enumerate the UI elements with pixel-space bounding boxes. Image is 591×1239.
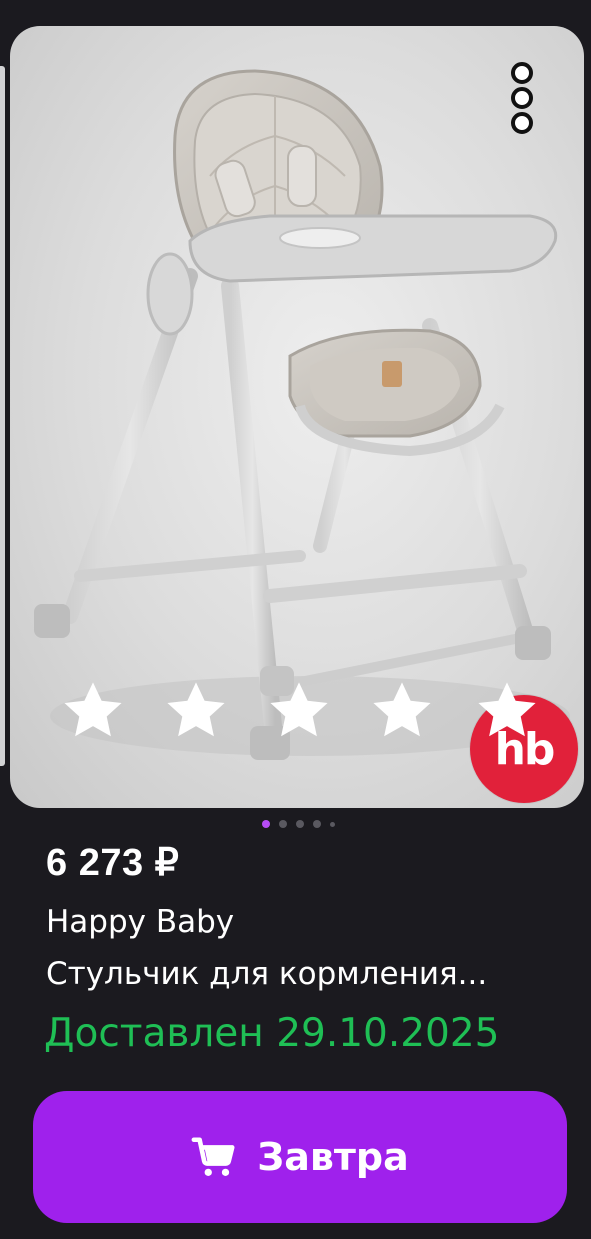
gallery-pager xyxy=(262,820,335,828)
buy-button-label: Завтра xyxy=(257,1135,409,1179)
product-brand[interactable]: Happy Baby xyxy=(46,904,234,940)
star-icon xyxy=(373,682,431,737)
pager-dot-active[interactable] xyxy=(262,820,270,828)
product-card-page: hb 6 273 ₽ Happy Baby Стульчик для кормл… xyxy=(0,0,591,1239)
pager-dot[interactable] xyxy=(279,820,287,828)
rating-stars xyxy=(58,676,437,746)
pager-dot[interactable] xyxy=(313,820,321,828)
more-options-button[interactable] xyxy=(502,62,542,134)
product-title[interactable]: Стульчик для кормления... xyxy=(46,956,546,992)
star-icon xyxy=(478,682,536,737)
rating-stars-last xyxy=(472,676,542,746)
product-image-card[interactable]: hb xyxy=(10,26,584,808)
pager-dot[interactable] xyxy=(296,820,304,828)
product-price: 6 273 ₽ xyxy=(46,842,180,884)
star-icon xyxy=(64,682,122,737)
cart-icon xyxy=(191,1137,235,1176)
more-vertical-icon xyxy=(511,62,533,84)
delivery-status: Доставлен 29.10.2025 xyxy=(44,1011,500,1056)
more-dot xyxy=(511,87,533,109)
star-icon xyxy=(167,682,225,737)
buy-tomorrow-button[interactable]: Завтра xyxy=(33,1091,567,1223)
more-dot xyxy=(511,112,533,134)
previous-card-edge[interactable] xyxy=(0,66,5,766)
star-icon xyxy=(270,682,328,737)
pager-dot[interactable] xyxy=(330,821,335,827)
